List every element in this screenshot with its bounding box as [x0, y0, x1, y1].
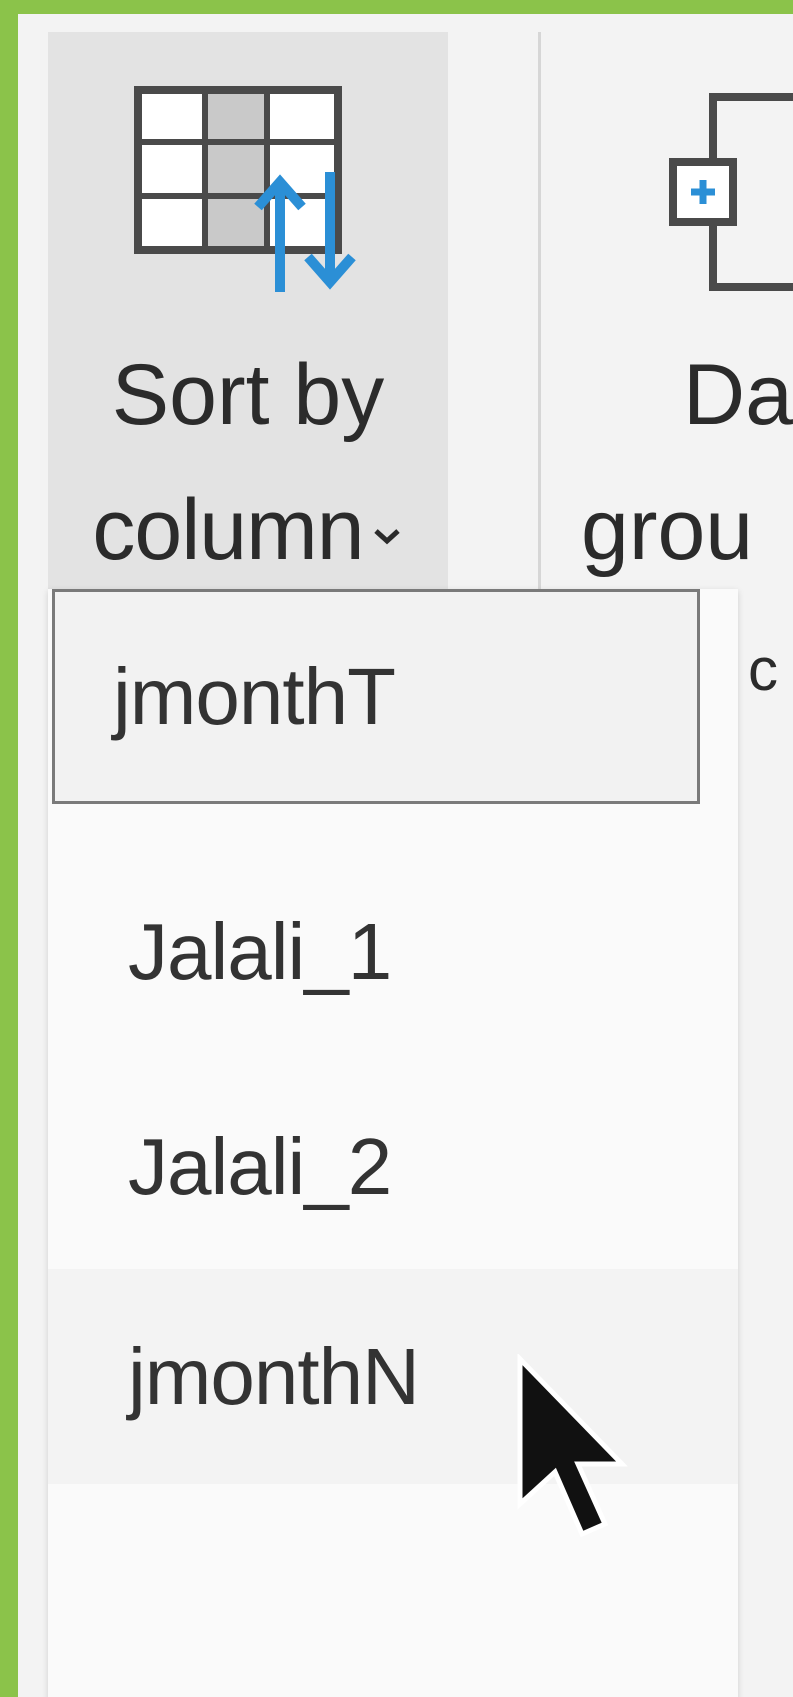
data-groups-button[interactable]: Da grou c [563, 32, 793, 700]
chevron-down-icon[interactable] [370, 519, 404, 553]
column-label-row: column [48, 487, 448, 573]
dropdown-item-label: Jalali_1 [128, 906, 392, 996]
dropdown-item-label: jmonthN [128, 1331, 420, 1421]
dropdown-item-jalali-1[interactable]: Jalali_1 [48, 844, 738, 1059]
data-groups-icon [669, 93, 793, 291]
sort-by-column-button[interactable]: Sort by column [48, 32, 448, 597]
data-groups-label-1: Da [683, 347, 793, 443]
sort-by-label: Sort by [111, 347, 385, 443]
dropdown-item-jmonthT[interactable]: jmonthT [52, 589, 700, 804]
data-groups-label-2: grou [581, 482, 754, 578]
sort-table-icon [134, 86, 356, 292]
dropdown-item-jmonthN[interactable]: jmonthN [48, 1269, 738, 1484]
ribbon-separator [538, 32, 541, 597]
mouse-pointer-icon [517, 1354, 628, 1538]
dropdown-item-label: Jalali_2 [128, 1121, 392, 1211]
sort-column-dropdown: jmonthT Jalali_1 Jalali_2 jmonthN [48, 589, 738, 1697]
app-window: Sort by column Da grou c jmonthT Jalali_… [18, 14, 793, 1697]
column-label: column [92, 482, 364, 578]
data-groups-label-3: c [748, 636, 778, 703]
dropdown-item-label: jmonthT [113, 651, 396, 741]
dropdown-item-jalali-2[interactable]: Jalali_2 [48, 1059, 738, 1274]
